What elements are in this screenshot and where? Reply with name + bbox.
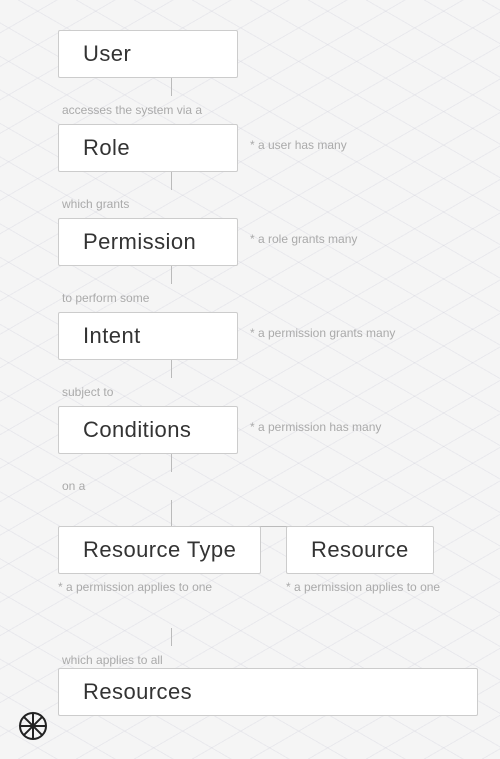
conditions-label: Conditions [83, 417, 191, 442]
vline-user-role [171, 78, 172, 96]
label-row-which-grants: which grants [58, 190, 478, 218]
resource-section: Resource * a permission applies to one [286, 526, 440, 596]
role-box: Role [58, 124, 238, 172]
intent-row: Intent * a permission grants many [58, 312, 478, 360]
label-row-on-a: on a [58, 472, 478, 500]
vline-intent-conditions [171, 360, 172, 378]
label-resource-note: * a permission applies to one [286, 580, 440, 594]
bottom-section: Resource Type * a permission applies to … [58, 500, 478, 620]
role-row: Role * a user has many [58, 124, 478, 172]
label-permission-note: * a role grants many [250, 232, 357, 246]
logo-icon [18, 711, 48, 741]
resources-box: Resources [58, 668, 478, 716]
conditions-row: Conditions * a permission has many [58, 406, 478, 454]
label-row-perform-some: to perform some [58, 284, 478, 312]
vline-conditions-resource [171, 454, 172, 472]
resourcetype-section: Resource Type * a permission applies to … [58, 526, 261, 596]
conditions-box: Conditions [58, 406, 238, 454]
intent-label: Intent [83, 323, 141, 348]
resourcetype-note: * a permission applies to one [58, 578, 261, 596]
label-intent-note: * a permission grants many [250, 326, 395, 340]
label-row-user-role: accesses the system via a [58, 96, 478, 124]
label-which-grants: which grants [58, 197, 129, 211]
label-role-note: * a user has many [250, 138, 347, 152]
label-on-a: on a [58, 479, 85, 493]
intent-box: Intent [58, 312, 238, 360]
logo [18, 711, 48, 741]
vline-role-permission [171, 172, 172, 190]
label-row-subject-to: subject to [58, 378, 478, 406]
permission-label: Permission [83, 229, 196, 254]
label-subject-to: subject to [58, 385, 113, 399]
role-label: Role [83, 135, 130, 160]
resource-label: Resource [311, 537, 409, 562]
resource-box: Resource [286, 526, 434, 574]
resources-label: Resources [83, 679, 192, 704]
permission-box: Permission [58, 218, 238, 266]
resources-section: Resources [58, 668, 478, 716]
label-conditions-note: * a permission has many [250, 420, 381, 434]
resourcetype-box: Resource Type [58, 526, 261, 574]
permission-row: Permission * a role grants many [58, 218, 478, 266]
label-which-applies: which applies to all [58, 653, 163, 667]
vline-resourcetype-resources [171, 628, 172, 646]
applies-section: which applies to all [58, 628, 478, 668]
label-resourcetype-note: * a permission applies to one [58, 580, 212, 594]
user-node: User [58, 30, 478, 78]
vline-to-resourcetype [171, 500, 172, 526]
label-accesses: accesses the system via a [58, 103, 202, 117]
user-label: User [83, 41, 131, 66]
user-box: User [58, 30, 238, 78]
label-to-perform-some: to perform some [58, 291, 149, 305]
vline-permission-intent [171, 266, 172, 284]
resource-note: * a permission applies to one [286, 578, 440, 596]
resourcetype-label: Resource Type [83, 537, 236, 562]
